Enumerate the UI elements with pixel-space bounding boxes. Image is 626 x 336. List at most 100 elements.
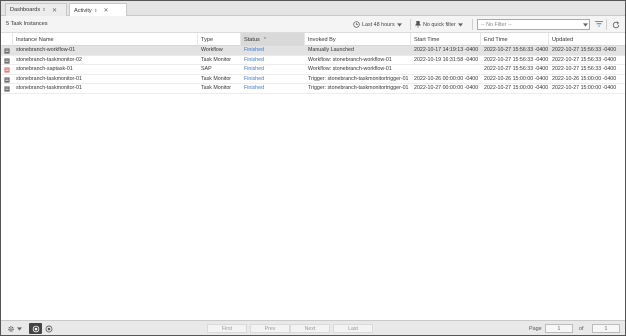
end-time-cell: 2022-10-27 15:56:33 -0400: [484, 47, 549, 53]
updated-cell: 2022-10-27 15:56:33 -0400: [552, 56, 617, 63]
invoked-by-cell: Trigger: stonebranch-taskmonitortrigger-…: [308, 75, 409, 82]
start-time-cell: 2022-10-19 16:31:58 -0400: [414, 56, 479, 63]
next-page-button[interactable]: Next: [290, 324, 330, 333]
target-icon: [45, 325, 52, 332]
column-label: Start Time: [414, 36, 440, 43]
record-button[interactable]: [29, 323, 42, 334]
table-row[interactable]: stonebranch-taskmonitor-02 Task Monitor Fi…: [1, 56, 625, 66]
clock-icon: [353, 21, 360, 28]
updated-cell: 2022-10-27 15:56:33 -0400: [552, 47, 617, 53]
updated-cell: 2022-10-27 15:56:33 -0400: [552, 66, 617, 72]
grid-body: stonebranch-workflow-01 Workflow Finished M…: [1, 46, 625, 94]
table-row[interactable]: stonebranch-taskmonitor-01 Task Monitor Fi…: [1, 75, 625, 85]
table-row[interactable]: stonebranch-saptask-01 SAP Finished Workflo…: [1, 65, 625, 75]
prev-page-button[interactable]: Prev: [250, 324, 290, 333]
instance-name-cell[interactable]: stonebranch-taskmonitor-01: [13, 75, 198, 85]
time-range-button[interactable]: Last 48 hours: [353, 19, 402, 30]
header-icon-column: [1, 33, 13, 46]
column-header-status[interactable]: Status ^: [241, 33, 305, 46]
instance-name-cell[interactable]: stonebranch-taskmonitor-02: [13, 56, 198, 66]
tab-label: Activity: [74, 7, 92, 14]
page-label: Page: [529, 326, 542, 332]
pager-label: First: [221, 325, 233, 332]
end-time-cell: 2022-10-27 15:00:00 -0400: [484, 85, 549, 91]
time-range-label: Last 48 hours: [362, 21, 395, 28]
updated-cell: 2022-10-27 15:00:00 -0400: [552, 85, 617, 91]
column-label: Updated: [552, 36, 574, 43]
first-page-button[interactable]: First: [207, 324, 247, 333]
chevron-down-icon[interactable]: [16, 324, 22, 333]
column-label: Status: [244, 36, 260, 43]
last-page-button[interactable]: Last: [333, 324, 373, 333]
instance-count: 5 Task Instances: [6, 21, 48, 27]
column-header-instance-name[interactable]: Instance Name: [13, 33, 198, 46]
end-time-cell: 2022-10-27 15:56:33 -0400: [484, 66, 549, 72]
status-cell: Finished: [244, 56, 265, 63]
instance-name-cell[interactable]: stonebranch-workflow-01: [13, 46, 198, 56]
start-time-cell: [411, 65, 481, 75]
taskmonitor-icon: [4, 86, 10, 92]
close-icon[interactable]: ✕: [104, 7, 109, 14]
instance-name-cell[interactable]: stonebranch-taskmonitor-01: [13, 84, 198, 94]
task-instances-grid: Instance Name Type Status ^ Invoked By S…: [1, 33, 625, 94]
type-cell: Task Monitor: [201, 85, 232, 91]
stop-button[interactable]: [44, 324, 53, 333]
taskmonitor-icon: [4, 76, 10, 83]
divider: [410, 19, 411, 30]
column-header-type[interactable]: Type: [198, 33, 241, 46]
tab-activity[interactable]: Activity ⇕ ✕: [69, 3, 127, 17]
invoked-by-cell: Workflow: stonebranch-workflow-01: [308, 56, 392, 63]
type-cell: Task Monitor: [201, 56, 232, 63]
column-label: End Time: [484, 36, 508, 43]
column-label: Invoked By: [308, 36, 336, 43]
start-time-cell: 2022-10-26 00:00:00 -0400: [414, 75, 479, 82]
gear-icon[interactable]: [6, 324, 15, 333]
pager-label: Prev: [264, 325, 276, 332]
chevron-down-icon: [396, 22, 402, 27]
pager-label: Last: [348, 325, 358, 332]
column-header-invoked-by[interactable]: Invoked By: [305, 33, 411, 46]
invoked-by-cell: Manually Launched: [308, 47, 354, 53]
grid-header: Instance Name Type Status ^ Invoked By S…: [1, 33, 625, 46]
tab-dashboards[interactable]: Dashboards ⇕ ✕: [5, 3, 67, 16]
column-header-end-time[interactable]: End Time: [481, 33, 549, 46]
sort-ascending-icon: ^: [263, 36, 267, 43]
column-header-updated[interactable]: Updated: [549, 33, 625, 46]
footer-bar: First Prev Next Last Page 1 of 1: [1, 320, 625, 335]
invoked-by-cell: Workflow: stonebranch-workflow-01: [308, 66, 392, 72]
updated-cell: 2022-10-26 15:00:00 -0400: [552, 75, 617, 82]
status-cell: Finished: [244, 85, 265, 91]
end-time-cell: 2022-10-26 15:00:00 -0400: [484, 75, 549, 82]
filter-select[interactable]: [477, 19, 590, 30]
activity-toolbar: 5 Task Instances Last 48 hours No quick …: [1, 16, 625, 33]
total-pages: 1: [592, 324, 620, 333]
chevron-down-icon[interactable]: [583, 23, 588, 27]
column-header-start-time[interactable]: Start Time: [411, 33, 481, 46]
start-time-cell: 2022-10-17 14:19:13 -0400: [414, 47, 479, 53]
quick-filter-label: No quick filter: [423, 21, 456, 28]
divider: [606, 19, 607, 30]
table-row[interactable]: stonebranch-workflow-01 Workflow Finished M…: [1, 46, 625, 56]
instance-name-cell[interactable]: stonebranch-saptask-01: [13, 65, 198, 75]
sap-icon: [4, 67, 10, 73]
invoked-by-cell: Trigger: stonebranch-taskmonitortrigger-…: [308, 85, 409, 91]
refresh-icon[interactable]: [611, 20, 620, 29]
funnel-icon[interactable]: [594, 20, 603, 29]
pager-label: Next: [304, 325, 316, 332]
tab-label: Dashboards: [10, 7, 41, 13]
type-cell: SAP: [201, 66, 212, 72]
close-icon[interactable]: ✕: [52, 7, 57, 14]
quick-filter-button[interactable]: No quick filter: [415, 19, 463, 30]
taskmonitor-icon: [4, 57, 10, 64]
column-label: Type: [201, 36, 214, 43]
page-number-input[interactable]: 1: [545, 324, 573, 333]
chevron-down-icon: [457, 22, 463, 27]
pin-icon: [415, 21, 421, 28]
table-row[interactable]: stonebranch-taskmonitor-01 Task Monitor Fi…: [1, 84, 625, 94]
of-label: of: [579, 326, 584, 332]
type-cell: Task Monitor: [201, 75, 232, 82]
pin-icon[interactable]: ⇕: [42, 7, 46, 13]
pin-icon[interactable]: ⇕: [94, 8, 98, 14]
end-time-cell: 2022-10-27 15:56:33 -0400: [484, 56, 549, 63]
column-label: Instance Name: [16, 36, 54, 43]
